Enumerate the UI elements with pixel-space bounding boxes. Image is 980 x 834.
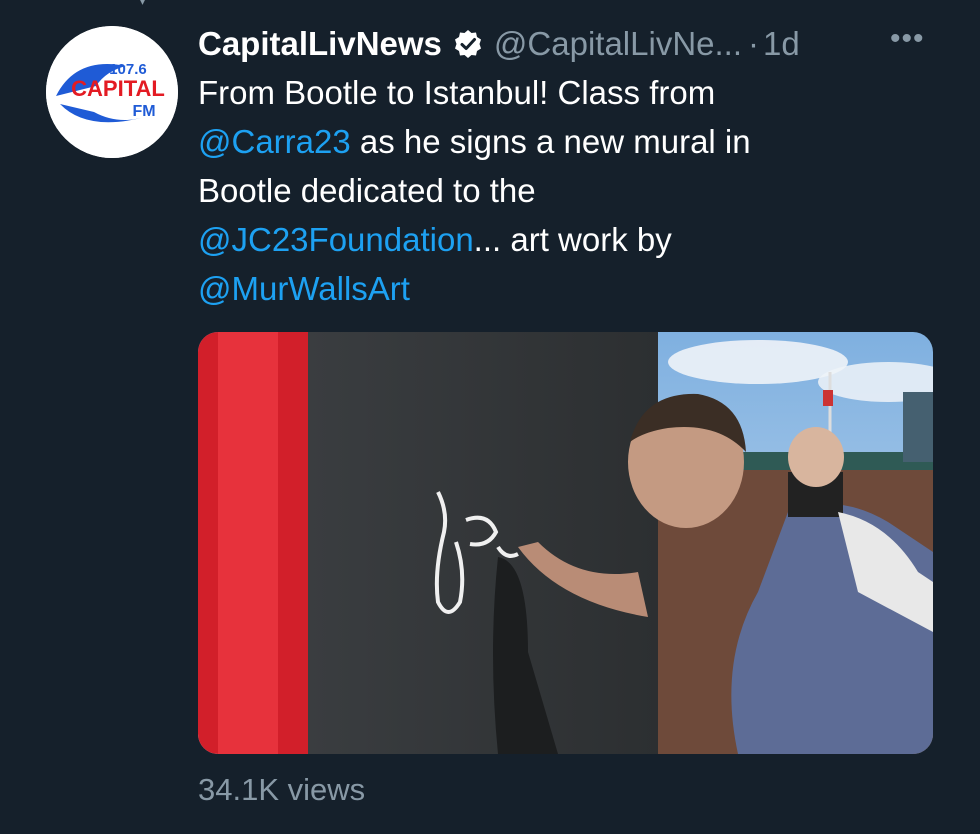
view-count: 34.1K views: [198, 772, 366, 807]
video-media[interactable]: [198, 332, 933, 754]
tweet-line-1: From Bootle to Istanbul! Class from: [198, 74, 716, 111]
previous-tweet-fragment: ▾: [140, 0, 146, 6]
tweet-line-2: @Carra23 as he signs a new mural in: [198, 117, 898, 166]
handle[interactable]: @CapitalLivNe...: [494, 25, 742, 63]
video-thumbnail: [198, 332, 933, 754]
logo-fm: FM: [132, 103, 155, 120]
tweet-header: CapitalLivNews @CapitalLivNe... · 1d: [198, 20, 938, 68]
capital-fm-logo-icon: 107.6 CAPITAL FM: [46, 26, 178, 158]
separator: ·: [748, 25, 760, 62]
tweet-text: From Bootle to Istanbul! Class from @Car…: [198, 68, 898, 313]
logo-name: CAPITAL: [71, 76, 165, 101]
verified-badge-icon: [454, 30, 481, 58]
more-options-icon[interactable]: •••: [890, 24, 930, 55]
display-name[interactable]: CapitalLivNews: [198, 25, 442, 63]
tweet-line-3: Bootle dedicated to the: [198, 172, 536, 209]
tweet-line-4: @JC23Foundation... art work by: [198, 215, 898, 264]
mention-murwallsart[interactable]: @MurWallsArt: [198, 270, 410, 307]
avatar[interactable]: 107.6 CAPITAL FM: [46, 26, 178, 158]
mention-jc23foundation[interactable]: @JC23Foundation: [198, 221, 474, 258]
tweet-line-2-rest: as he signs a new mural in: [350, 123, 751, 160]
tweet-line-4-rest: ... art work by: [473, 221, 672, 258]
mention-carra23[interactable]: @Carra23: [198, 123, 351, 160]
timestamp[interactable]: 1d: [763, 25, 800, 63]
tweet-line-5: @MurWallsArt: [198, 264, 898, 313]
